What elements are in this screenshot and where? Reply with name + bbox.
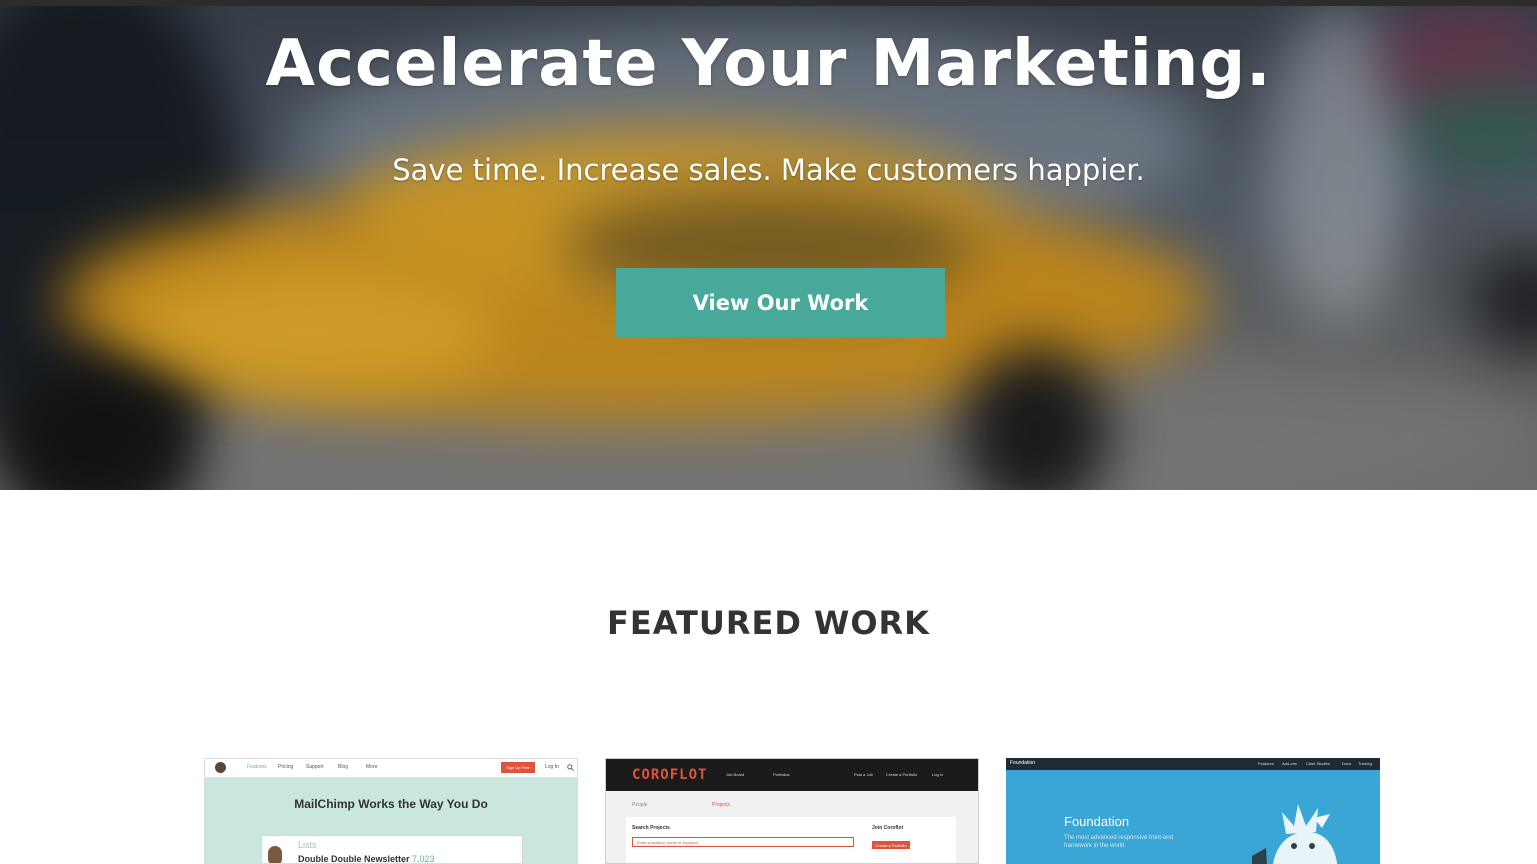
card-nav-item: Job Board (726, 772, 745, 777)
card-nav-item: Create a Portfolio (886, 772, 918, 777)
card-headline: MailChimp Works the Way You Do (294, 797, 488, 811)
card-lists-label: Lists (298, 840, 317, 850)
hero-subtitle: Save time. Increase sales. Make customer… (392, 153, 1145, 187)
mailchimp-logo-icon (215, 762, 226, 773)
avatar (268, 846, 282, 863)
card-newsletter-row: Double Double Newsletter 7,023 (298, 854, 435, 864)
tab-projects: Projects (712, 802, 731, 808)
card-nav-item: Pricing (278, 764, 294, 770)
card-login-link: Log In (545, 764, 559, 770)
card-nav-item: Case Studies (1306, 761, 1330, 766)
card-nav-bar: COROFLOT Job Board Portfolios Post a Job… (606, 759, 978, 791)
card-search-label: Search Projects (632, 825, 670, 831)
card-join-badge: Create a Portfolio (872, 841, 910, 849)
card-nav-item: Support (306, 764, 324, 770)
card-nav-item: More (366, 764, 378, 770)
card-foundation-desc: The most advanced responsive front-end f… (1064, 835, 1174, 849)
card-nav-bar: Features Pricing Support Blog More Sign … (205, 759, 577, 778)
card-nav-item: Post a Job (854, 772, 873, 777)
card-nav-item: Training (1358, 761, 1373, 766)
hero-title: Accelerate Your Marketing. (265, 27, 1272, 101)
card-nav-item: Add-ons (1282, 761, 1297, 766)
card-list-panel: Lists Double Double Newsletter 7,023 (261, 835, 523, 864)
card-foundation-title: Foundation (1064, 814, 1130, 829)
card-search-panel: Search Projects Enter a location, name o… (626, 817, 956, 863)
featured-card-mailchimp[interactable]: Features Pricing Support Blog More Sign … (204, 758, 578, 864)
card-nav-item: Portfolios (773, 772, 790, 777)
card-nav-item: Features (1258, 761, 1274, 766)
card-join-label: Join Coroflot (872, 825, 904, 831)
view-our-work-button[interactable]: View Our Work (616, 268, 945, 337)
card-tabs: People Projects (626, 799, 786, 815)
featured-card-foundation[interactable]: Foundation Features Add-ons Case Studies… (1006, 758, 1380, 864)
search-icon (567, 764, 574, 771)
coroflot-logo: COROFLOT (632, 767, 708, 783)
card-nav-item: Blog (338, 764, 349, 770)
card-nav-bar: Foundation Features Add-ons Case Studies… (1006, 758, 1380, 770)
tab-people: People (632, 802, 648, 808)
card-nav-item: Docs (1342, 761, 1352, 766)
card-signup-badge: Sign Up Free (501, 762, 535, 773)
hero-section: Accelerate Your Marketing. Save time. In… (0, 6, 1537, 490)
featured-work-heading: FEATURED WORK (607, 604, 930, 642)
card-subscriber-count: 7,023 (412, 854, 435, 864)
card-search-field: Enter a location, name or keyword (632, 837, 854, 847)
card-nav-item: Log in (932, 772, 943, 777)
card-nav-brand: Foundation (1010, 760, 1036, 766)
featured-card-coroflot[interactable]: COROFLOT Job Board Portfolios Post a Job… (605, 758, 979, 864)
card-newsletter-name: Double Double Newsletter (298, 854, 410, 864)
foundation-mascot-icon (1252, 804, 1338, 864)
card-nav-item: Features (247, 764, 267, 770)
